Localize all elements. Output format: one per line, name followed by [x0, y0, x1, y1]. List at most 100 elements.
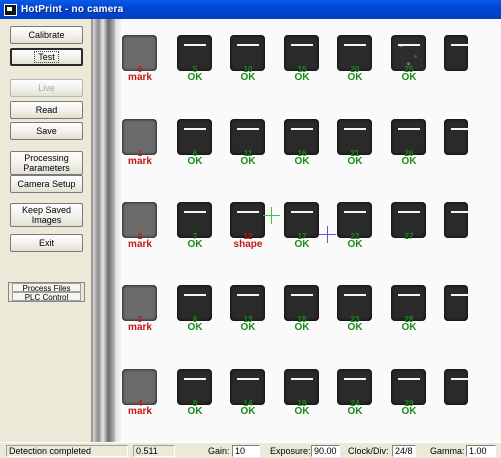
inspection-result-label: 6 OK: [179, 150, 211, 167]
result-text: OK: [187, 156, 203, 167]
inspection-result-label: 12 shape: [232, 233, 264, 250]
save-label: Save: [36, 126, 57, 136]
gamma-field[interactable]: 1.00: [466, 445, 496, 457]
green-crosshair-icon: [263, 207, 280, 224]
keep-saved-images-label: Keep Saved Images: [21, 205, 72, 225]
mode-selector: Process Files PLC Control: [8, 282, 85, 302]
inspection-result-label: 10 OK: [232, 66, 264, 83]
chip-marking: [398, 294, 420, 296]
chip-marking: [451, 378, 473, 380]
chip-marking: [398, 44, 420, 46]
result-text: OK: [294, 72, 310, 83]
result-text: mark: [128, 239, 152, 250]
process-files-option[interactable]: Process Files: [12, 283, 81, 293]
inspection-result-label: 24 OK: [339, 400, 371, 417]
calibrate-button[interactable]: Calibrate: [10, 26, 83, 44]
save-button[interactable]: Save: [10, 122, 83, 140]
inspection-result-label: 22 OK: [339, 233, 371, 250]
inspection-result-label: 5 OK: [179, 66, 211, 83]
result-text: OK: [294, 406, 310, 417]
chip-marking: [237, 211, 259, 213]
result-text: mark: [128, 406, 152, 417]
chip-image: [444, 119, 473, 155]
result-text: OK: [401, 322, 417, 333]
control-panel: Calibrate Test Live Read Save Processing…: [0, 19, 91, 442]
result-text: OK: [401, 406, 417, 417]
inspection-result-label: 9 OK: [179, 400, 211, 417]
result-text: mark: [128, 156, 152, 167]
inspection-result-label: 17 OK: [286, 233, 318, 250]
status-value: 0.511: [133, 445, 175, 457]
test-button[interactable]: Test: [10, 48, 83, 66]
inspection-result-label: 29 OK: [393, 400, 425, 417]
result-text: OK: [240, 156, 256, 167]
tube-edge-highlight: [115, 19, 121, 442]
status-message: Detection completed: [6, 445, 128, 457]
inspection-result-label: 4 mark: [124, 400, 156, 417]
result-text: OK: [401, 72, 417, 83]
result-text: mark: [128, 322, 152, 333]
chip-marking: [291, 378, 313, 380]
chip-marking: [398, 211, 420, 213]
clock-label: Clock/Div:: [348, 446, 389, 456]
chip-marking: [184, 378, 206, 380]
clock-field[interactable]: 24/8: [392, 445, 416, 457]
inspection-result-label: 1 mark: [124, 150, 156, 167]
inspection-result-label: 28 OK: [393, 316, 425, 333]
gain-field[interactable]: 10: [232, 445, 260, 457]
test-label: Test: [34, 51, 59, 63]
inspection-result-label: 19 OK: [286, 400, 318, 417]
chip-marking: [398, 378, 420, 380]
inspection-result-label: 2 mark: [124, 233, 156, 250]
chip-marking: [237, 294, 259, 296]
chip-marking: [184, 294, 206, 296]
chip-marking: [291, 211, 313, 213]
chip-marking: [451, 294, 473, 296]
chip-marking: [344, 294, 366, 296]
chip-marking: [291, 128, 313, 130]
exposure-field[interactable]: 90.00: [311, 445, 340, 457]
inspection-result-label: 15 OK: [286, 66, 318, 83]
inspection-result-label: 0 mark: [124, 66, 156, 83]
chip-marking: [237, 44, 259, 46]
result-text: OK: [347, 156, 363, 167]
chip-marking: [184, 44, 206, 46]
window-title: HotPrint - no camera: [21, 4, 124, 15]
keep-saved-images-button[interactable]: Keep Saved Images: [10, 203, 83, 227]
blue-crosshair-icon: [319, 226, 336, 243]
inspection-result-label: 26 OK: [393, 150, 425, 167]
result-text: OK: [240, 406, 256, 417]
camera-setup-label: Camera Setup: [17, 179, 76, 189]
chip-marking: [451, 211, 473, 213]
chip-marking: [344, 211, 366, 213]
camera-image-view[interactable]: 0 mark 5 OK 10 OK 15 OK 20 OK 25 OK 1 mark 6 OK 11 OK 16 OK…: [91, 19, 501, 442]
chip-image: [444, 202, 473, 238]
chip-marking: [451, 128, 473, 130]
chip-marking: [291, 294, 313, 296]
inspection-result-label: 8 OK: [179, 316, 211, 333]
chip-marking: [398, 128, 420, 130]
result-text: OK: [187, 239, 203, 250]
processing-parameters-label: Processing Parameters: [23, 153, 70, 173]
live-button[interactable]: Live: [10, 79, 83, 97]
result-text: OK: [401, 156, 417, 167]
inspection-result-label: 11 OK: [232, 150, 264, 167]
calibrate-label: Calibrate: [28, 30, 65, 40]
inspection-result-label: 21 OK: [339, 150, 371, 167]
gamma-label: Gamma:: [430, 446, 465, 456]
camera-setup-button[interactable]: Camera Setup: [10, 175, 83, 193]
chip-image: [444, 285, 473, 321]
result-text: OK: [187, 406, 203, 417]
inspection-result-label: 16 OK: [286, 150, 318, 167]
result-text: OK: [347, 406, 363, 417]
inspection-result-label: 20 OK: [339, 66, 371, 83]
gain-label: Gain:: [208, 446, 230, 456]
chip-marking: [344, 44, 366, 46]
processing-parameters-button[interactable]: Processing Parameters: [10, 151, 83, 175]
chip-index: 27: [404, 232, 414, 241]
read-button[interactable]: Read: [10, 101, 83, 119]
exit-button[interactable]: Exit: [10, 234, 83, 252]
inspection-result-label: 27: [393, 232, 425, 241]
plc-control-option[interactable]: PLC Control: [12, 292, 81, 302]
chip-marking: [344, 128, 366, 130]
